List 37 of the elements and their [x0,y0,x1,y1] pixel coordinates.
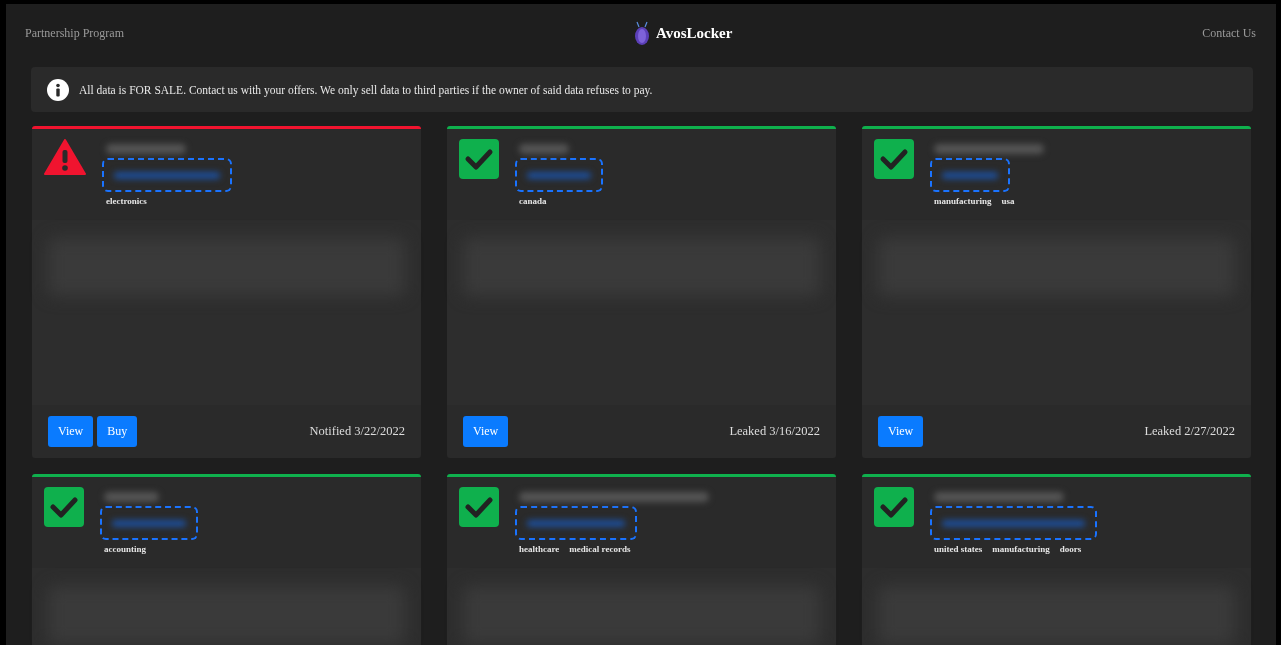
redacted-link[interactable] [930,158,1010,192]
redacted-link[interactable] [100,506,198,540]
info-icon [47,78,69,101]
tag-label: manufacturing [934,196,992,206]
tag-label: electronics [106,196,147,206]
checkmark-icon [874,139,914,179]
action-button[interactable]: View [463,416,509,447]
date-label: Leaked 2/27/2022 [1144,424,1235,439]
redacted-title [104,492,159,502]
action-button[interactable]: Buy [97,416,138,447]
redacted-link[interactable] [515,158,603,192]
tag-label: doors [1059,544,1082,554]
beetle-icon [633,21,650,45]
action-button[interactable]: View [48,416,94,447]
action-button[interactable]: View [878,416,924,447]
redacted-title [519,144,569,154]
checkmark-icon [459,139,499,179]
redacted-link[interactable] [930,506,1097,540]
date-label: Leaked 3/16/2022 [729,424,820,439]
notice-text: All data is FOR SALE. Contact us with your offers. We only sell data to third parties if the owner of said data refuses to pay. [79,83,653,96]
tag-label: usa [1001,196,1015,206]
date-label: Notified 3/22/2022 [309,424,405,439]
checkmark-icon [44,487,84,527]
redacted-link[interactable] [102,158,232,192]
tag-label: medical records [569,544,631,554]
tag-label: united states [934,544,983,554]
tag-label: canada [519,196,547,206]
checkmark-icon [874,487,914,527]
nav-link[interactable]: Contact Us [1202,25,1256,41]
brand-name: AvosLocker [655,24,733,42]
redacted-link[interactable] [515,506,637,540]
nav-link[interactable]: Partnership Program [25,25,124,41]
tag-label: accounting [104,544,146,554]
checkmark-icon [459,487,499,527]
tag-label: manufacturing [992,544,1050,554]
tag-label: healthcare [519,544,560,554]
warning-icon [44,139,86,175]
